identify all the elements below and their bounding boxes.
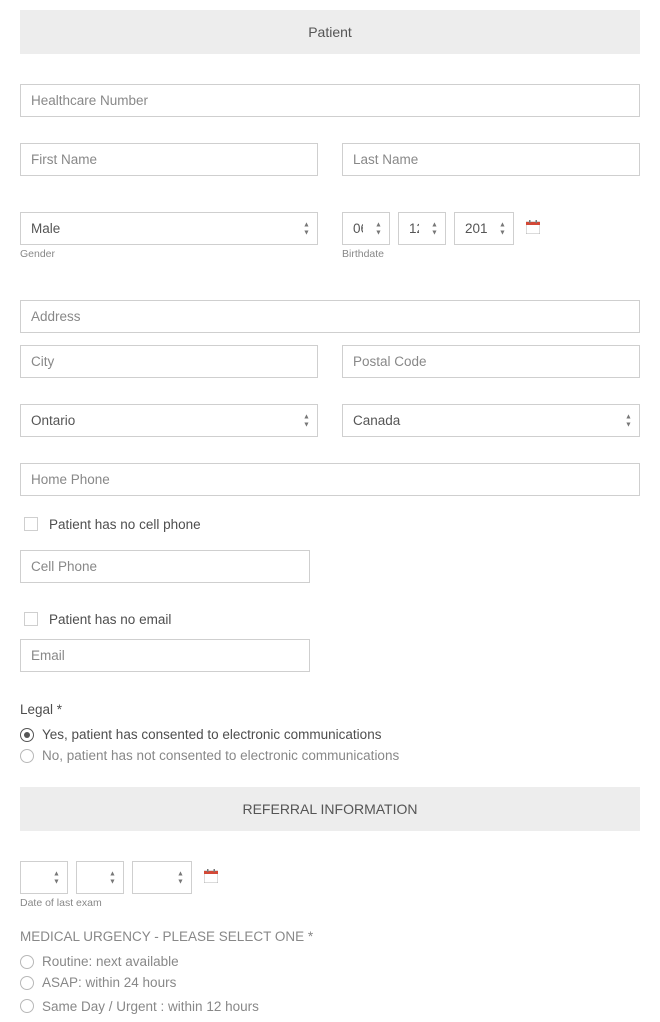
last-exam-year-select[interactable] — [132, 861, 192, 894]
first-name-input[interactable] — [20, 143, 318, 176]
city-input[interactable] — [20, 345, 318, 378]
legal-no-label: No, patient has not consented to electro… — [42, 748, 399, 763]
last-name-input[interactable] — [342, 143, 640, 176]
section-header-referral: REFERRAL INFORMATION — [20, 787, 640, 831]
no-cell-label: Patient has no cell phone — [49, 517, 201, 532]
legal-no-radio-row[interactable]: No, patient has not consented to electro… — [20, 748, 640, 763]
postal-code-input[interactable] — [342, 345, 640, 378]
section-header-patient: Patient — [20, 10, 640, 54]
urgency-routine-radio-row[interactable]: Routine: next available — [20, 954, 640, 969]
section-header-referral-label: REFERRAL INFORMATION — [242, 801, 417, 817]
calendar-icon[interactable] — [522, 220, 540, 237]
urgency-title: MEDICAL URGENCY - PLEASE SELECT ONE * — [20, 929, 640, 944]
birthdate-sublabel: Birthdate — [342, 248, 640, 260]
birth-year-select[interactable]: 2019 — [454, 212, 514, 245]
radio-icon — [20, 976, 34, 990]
last-exam-sublabel: Date of last exam — [20, 897, 640, 909]
section-header-patient-label: Patient — [308, 24, 352, 40]
country-select[interactable]: Canada — [342, 404, 640, 437]
no-cell-checkbox[interactable] — [24, 517, 38, 531]
radio-icon — [20, 749, 34, 763]
urgency-routine-label: Routine: next available — [42, 954, 179, 969]
urgency-sameday-radio-row[interactable]: Same Day / Urgent : within 12 hours — [20, 996, 640, 1016]
last-exam-month-select[interactable] — [76, 861, 124, 894]
last-exam-day-select[interactable] — [20, 861, 68, 894]
province-select[interactable]: Ontario — [20, 404, 318, 437]
radio-icon — [20, 955, 34, 969]
legal-yes-label: Yes, patient has consented to electronic… — [42, 727, 381, 742]
urgency-asap-radio-row[interactable]: ASAP: within 24 hours — [20, 975, 640, 990]
address-input[interactable] — [20, 300, 640, 333]
home-phone-input[interactable] — [20, 463, 640, 496]
birth-month-select[interactable]: 12 — [398, 212, 446, 245]
radio-icon — [20, 999, 34, 1013]
calendar-icon[interactable] — [200, 869, 218, 886]
gender-sublabel: Gender — [20, 248, 318, 260]
gender-select[interactable]: Male — [20, 212, 318, 245]
cell-phone-input[interactable] — [20, 550, 310, 583]
legal-yes-radio-row[interactable]: Yes, patient has consented to electronic… — [20, 727, 640, 742]
no-email-label: Patient has no email — [49, 612, 171, 627]
birth-day-select[interactable]: 06 — [342, 212, 390, 245]
legal-title: Legal * — [20, 702, 640, 717]
urgency-asap-label: ASAP: within 24 hours — [42, 975, 176, 990]
urgency-sameday-label: Same Day / Urgent : within 12 hours — [42, 999, 259, 1014]
radio-icon — [20, 728, 34, 742]
healthcare-number-input[interactable] — [20, 84, 640, 117]
email-input[interactable] — [20, 639, 310, 672]
no-email-checkbox[interactable] — [24, 612, 38, 626]
